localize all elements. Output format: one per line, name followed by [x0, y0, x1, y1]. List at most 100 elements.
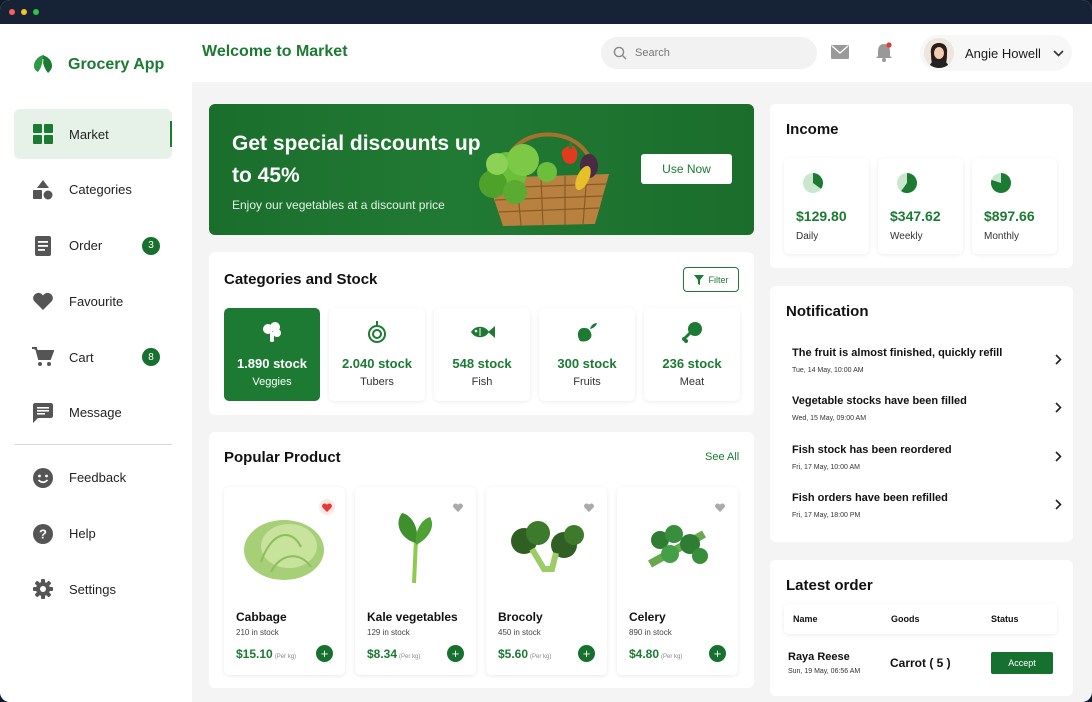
popular-title: Popular Product: [224, 449, 341, 466]
kale-image: [365, 499, 465, 594]
sidebar: Grocery App Market Categories Order 3 Fa…: [0, 24, 192, 702]
chevron-down-icon: [1053, 49, 1064, 57]
category-name: Tubers: [360, 376, 394, 388]
product-stock: 450 in stock: [498, 628, 541, 637]
filter-button[interactable]: Filter: [683, 267, 739, 292]
favourite-icon[interactable]: [581, 499, 597, 515]
product-stock: 129 in stock: [367, 628, 410, 637]
category-fruits[interactable]: 300 stock Fruits: [539, 308, 635, 401]
sidebar-divider: [14, 443, 172, 445]
notification-item[interactable]: The fruit is almost finished, quickly re…: [792, 347, 1062, 387]
bell-icon[interactable]: [875, 42, 893, 67]
category-tubers[interactable]: 2.040 stock Tubers: [329, 308, 425, 401]
notification-text: Fish stock has been reordered: [792, 444, 952, 456]
product-price: $8.34 (Per kg): [367, 647, 420, 661]
celery-image: [627, 499, 727, 594]
add-to-cart-button[interactable]: +: [447, 645, 464, 662]
top-header: Welcome to Market Angie Howell: [192, 24, 1092, 82]
sidebar-item-favourite[interactable]: Favourite: [14, 276, 172, 326]
product-card-cabbage[interactable]: Cabbage 210 in stock $15.10 (Per kg) +: [224, 487, 345, 675]
user-menu[interactable]: Angie Howell: [920, 35, 1072, 71]
chevron-right-icon: [1055, 499, 1062, 510]
avatar: [924, 38, 954, 68]
chevron-right-icon: [1055, 402, 1062, 413]
sidebar-item-label: Help: [69, 526, 96, 542]
favourite-icon[interactable]: [450, 499, 466, 515]
price-value: $15.10: [236, 647, 273, 661]
page-title: Welcome to Market: [202, 43, 348, 60]
sidebar-item-market[interactable]: Market: [14, 109, 172, 159]
price-value: $4.80: [629, 647, 660, 661]
favourite-icon[interactable]: [319, 499, 335, 515]
minimize-window-button[interactable]: [21, 9, 27, 15]
heart-icon: [32, 290, 54, 312]
close-window-button[interactable]: [9, 9, 15, 15]
category-name: Fruits: [573, 376, 601, 388]
price-unit: (Per kg): [530, 654, 552, 660]
broccoli-image: [496, 499, 596, 594]
sidebar-item-help[interactable]: ? Help: [14, 509, 172, 559]
add-to-cart-button[interactable]: +: [709, 645, 726, 662]
sidebar-item-label: Message: [69, 405, 122, 421]
category-stock-value: 2.040 stock: [341, 356, 413, 371]
column-header-name: Name: [793, 614, 818, 624]
product-name: Brocoly: [498, 610, 543, 624]
pie-chart-icon: [897, 173, 917, 193]
notification-item[interactable]: Fish stock has been reordered Fri, 17 Ma…: [792, 444, 1062, 484]
promo-banner: Get special discounts up to 45% Enjoy ou…: [209, 104, 754, 235]
accept-order-button[interactable]: Accept: [991, 652, 1053, 674]
category-meat[interactable]: 236 stock Meat: [644, 308, 740, 401]
brand-logo[interactable]: Grocery App: [32, 54, 164, 76]
product-card-celery[interactable]: Celery 890 in stock $4.80 (Per kg) +: [617, 487, 738, 675]
sidebar-nav: Market Categories Order 3 Favourite Cart…: [14, 109, 172, 620]
sidebar-item-label: Market: [69, 126, 109, 142]
product-card-kale[interactable]: Kale vegetables 129 in stock $8.34 (Per k…: [355, 487, 476, 675]
product-card-brocoly[interactable]: Brocoly 450 in stock $5.60 (Per kg) +: [486, 487, 607, 675]
add-to-cart-button[interactable]: +: [316, 645, 333, 662]
income-value: $129.80: [796, 208, 847, 224]
pie-chart-icon: [991, 173, 1012, 193]
mail-icon[interactable]: [831, 45, 849, 64]
sidebar-item-feedback[interactable]: Feedback: [14, 453, 172, 503]
notification-item[interactable]: Vegetable stocks have been filled Wed, 1…: [792, 395, 1062, 435]
sidebar-item-message[interactable]: Message: [14, 388, 172, 438]
income-daily: $129.80 Daily: [784, 158, 869, 254]
sidebar-item-categories[interactable]: Categories: [14, 165, 172, 215]
notification-time: Fri, 17 May, 10:00 AM: [792, 464, 860, 471]
chevron-right-icon: [1055, 354, 1062, 365]
cabbage-image: [234, 499, 334, 594]
sidebar-item-label: Order: [69, 238, 103, 254]
product-price: $15.10 (Per kg): [236, 647, 296, 661]
order-time: Sun, 19 May, 06:56 AM: [788, 668, 861, 675]
income-monthly: $897.66 Monthly: [972, 158, 1057, 254]
price-value: $5.60: [498, 647, 529, 661]
cart-icon: [32, 346, 54, 368]
filter-icon: [693, 274, 704, 285]
notification-item[interactable]: Fish orders have been refilled Fri, 17 M…: [792, 492, 1062, 532]
sidebar-item-label: Cart: [69, 349, 94, 365]
sidebar-item-settings[interactable]: Settings: [14, 564, 172, 614]
income-card: Income $129.80 Daily $347.62 Weekly $897…: [770, 104, 1073, 268]
search-bar[interactable]: [601, 37, 817, 69]
sidebar-item-cart[interactable]: Cart 8: [14, 332, 172, 382]
sidebar-item-order[interactable]: Order 3: [14, 221, 172, 271]
shapes-icon: [32, 179, 54, 201]
maximize-window-button[interactable]: [33, 9, 39, 15]
order-customer-name: Raya Reese: [788, 651, 850, 663]
add-to-cart-button[interactable]: +: [578, 645, 595, 662]
latest-order-card: Latest order Name Goods Status Raya Rees…: [770, 560, 1073, 696]
category-veggies[interactable]: 1.890 stock Veggies: [224, 308, 320, 401]
category-fish[interactable]: 548 stock Fish: [434, 308, 530, 401]
category-name: Meat: [679, 376, 705, 388]
title-bar: [0, 0, 1092, 24]
use-now-button[interactable]: Use Now: [641, 154, 732, 184]
product-price: $4.80 (Per kg): [629, 647, 682, 661]
drumstick-icon: [681, 321, 703, 343]
search-input[interactable]: [635, 47, 795, 59]
favourite-icon[interactable]: [712, 499, 728, 515]
income-label: Daily: [796, 231, 819, 242]
see-all-link[interactable]: See All: [705, 451, 739, 463]
category-stock-value: 548 stock: [452, 356, 512, 371]
income-value: $347.62: [890, 208, 941, 224]
income-label: Weekly: [890, 231, 923, 242]
